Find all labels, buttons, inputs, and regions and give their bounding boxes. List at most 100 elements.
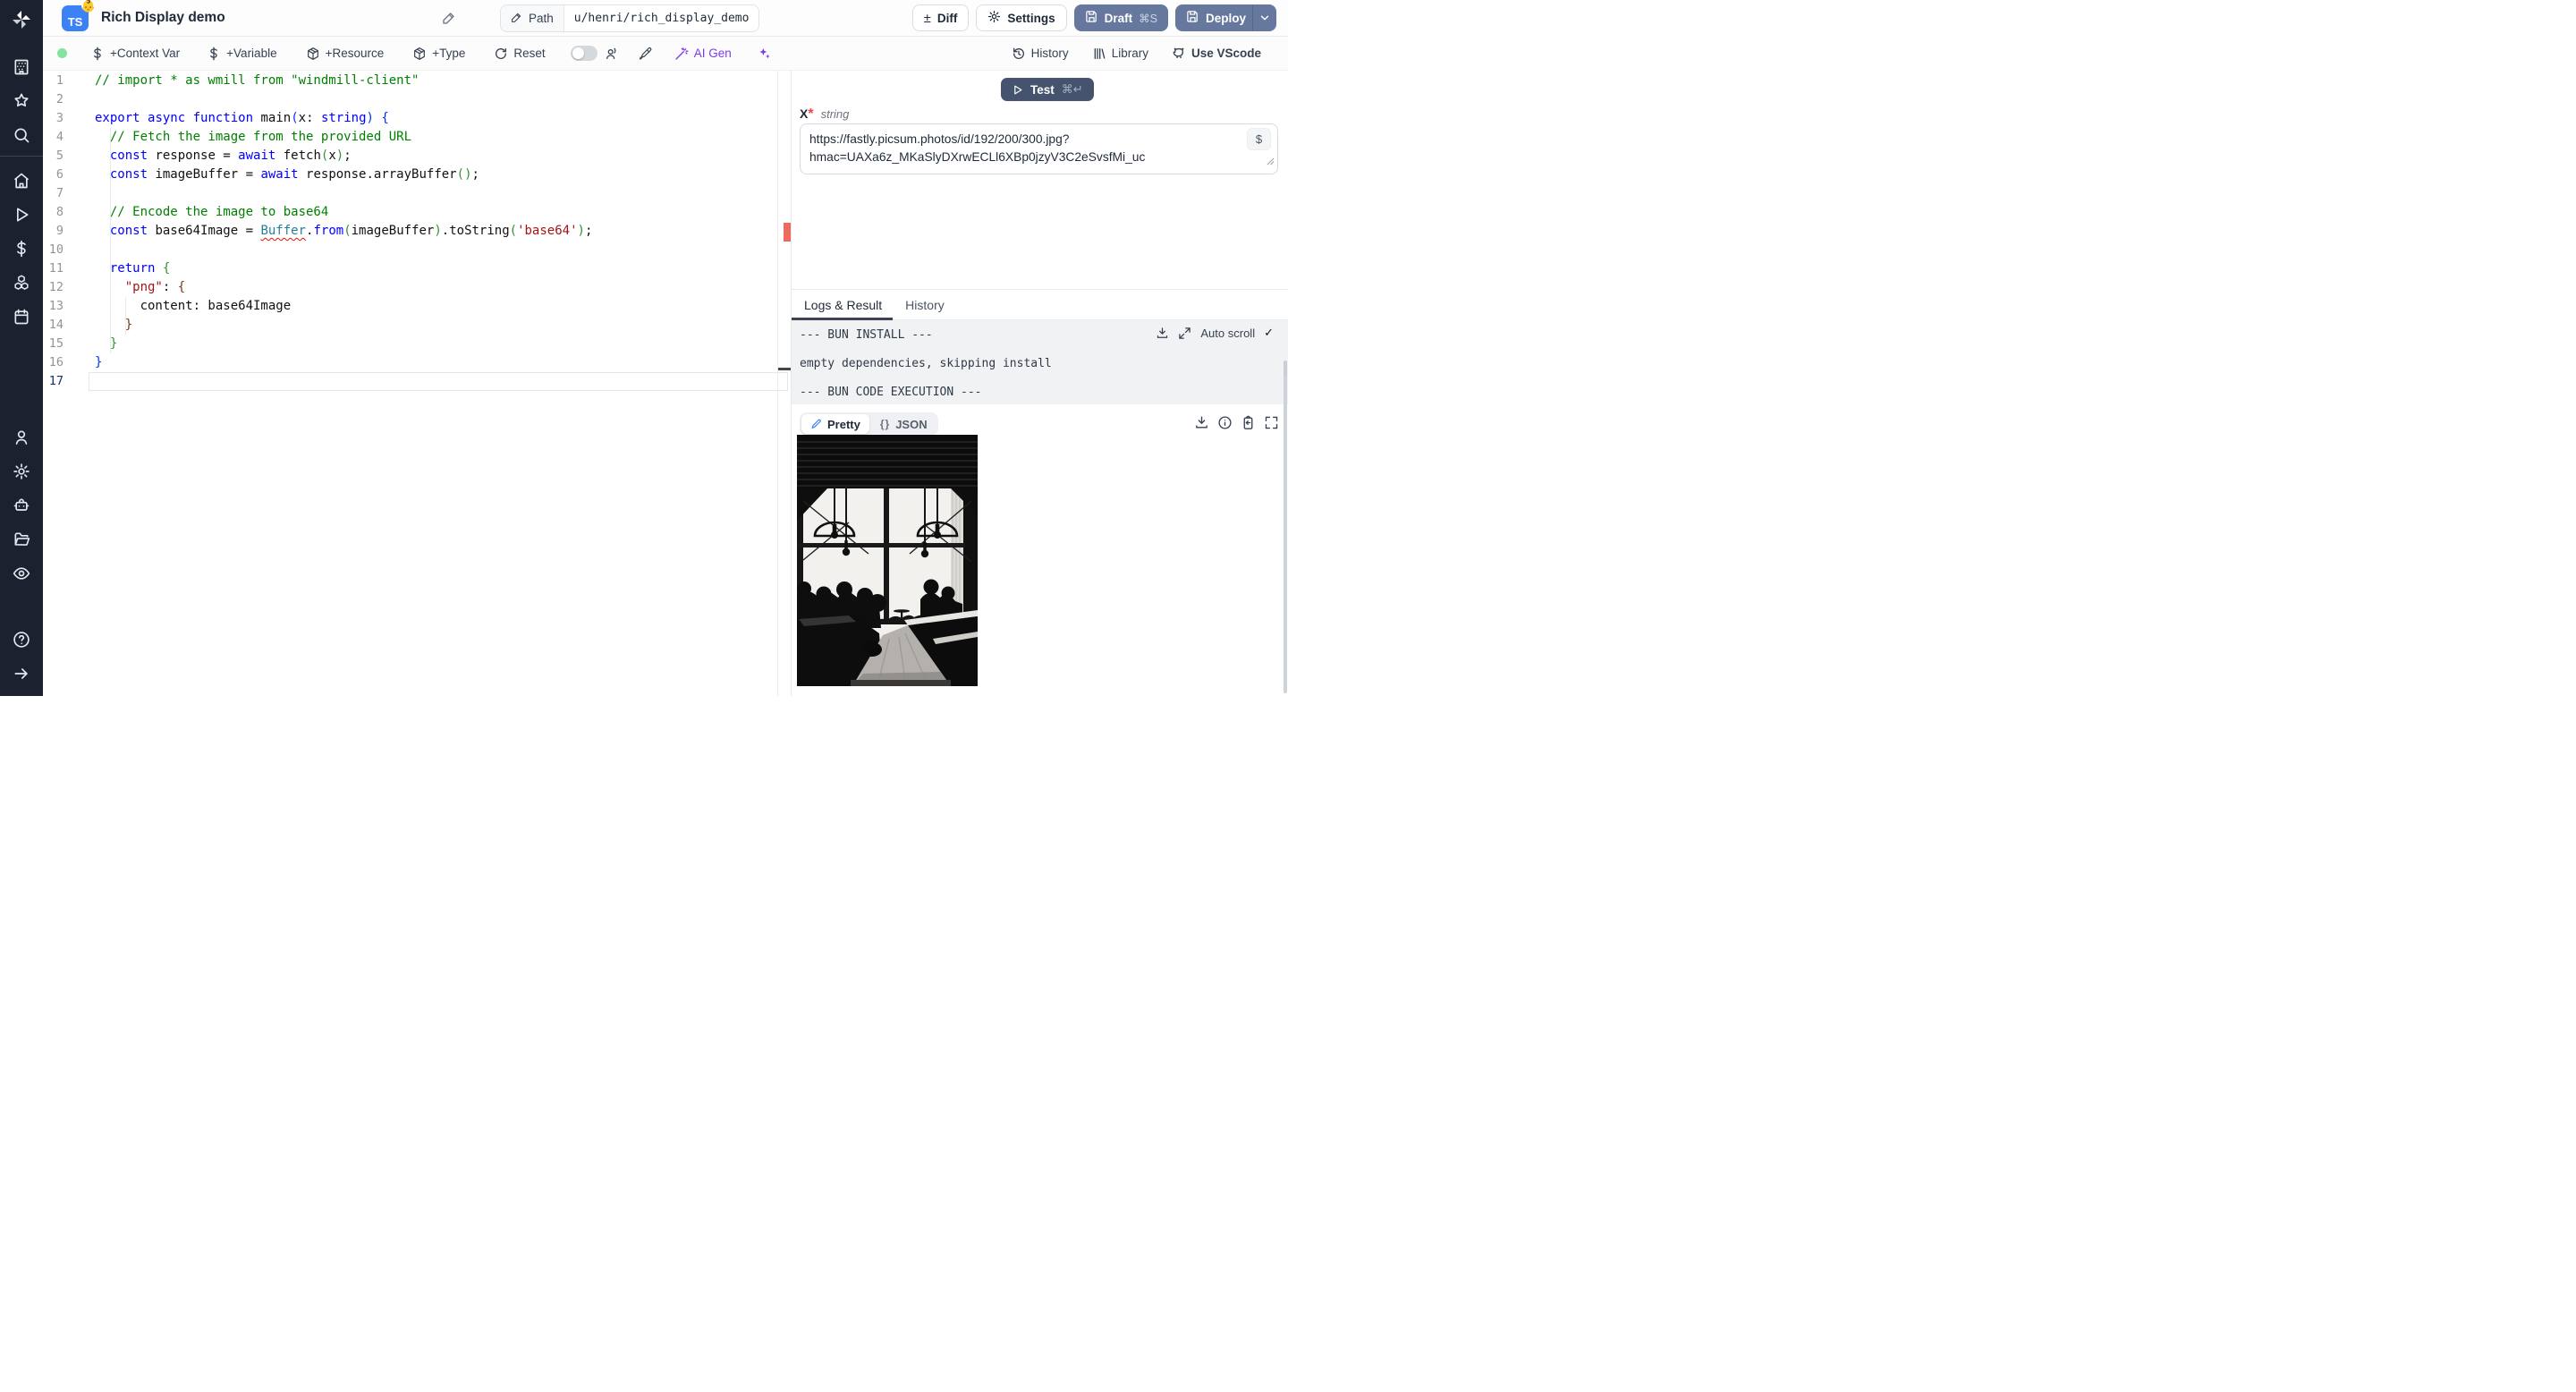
code-line[interactable]: 6 const imageBuffer = await response.arr… (43, 166, 791, 184)
library-button[interactable]: Library (1092, 47, 1148, 61)
search-icon[interactable] (0, 118, 43, 152)
star-icon[interactable] (0, 84, 43, 118)
cubes-icon[interactable] (0, 266, 43, 300)
add-type-button[interactable]: +Type (412, 47, 465, 61)
history-button[interactable]: History (1012, 47, 1069, 61)
sidebar (0, 0, 43, 696)
deploy-button[interactable]: Deploy (1174, 4, 1276, 31)
code-line[interactable]: 8 // Encode the image to base64 (43, 203, 791, 222)
result-view-switcher: Pretty {} JSON (800, 412, 938, 436)
code-line[interactable]: 15 } (43, 335, 791, 353)
package-icon (414, 47, 426, 60)
code-line[interactable]: 3 export async function main(x: string) { (43, 109, 791, 128)
multiplayer-icon (605, 47, 619, 61)
draft-button[interactable]: Draft ⌘S (1073, 4, 1168, 31)
arg-x-input[interactable]: https://fastly.picsum.photos/id/192/200/… (800, 123, 1278, 174)
play-icon[interactable] (0, 198, 43, 232)
page-title: Rich Display demo (101, 10, 225, 25)
windmill-script-editor: TS 👶 Rich Display demo Path u/henri/rich… (0, 0, 1288, 696)
language-status-dot (57, 48, 67, 58)
reset-button[interactable]: Reset (494, 47, 546, 61)
cat-icon (1173, 47, 1184, 58)
chevron-down-icon[interactable] (1252, 4, 1276, 31)
save-icon (1085, 10, 1098, 26)
resize-handle[interactable] (1267, 153, 1275, 171)
code-line[interactable]: 17 (43, 372, 791, 391)
code-lines: 1// import * as wmill from "windmill-cli… (43, 72, 791, 391)
calendar-icon[interactable] (0, 300, 43, 334)
header: TS 👶 Rich Display demo Path u/henri/rich… (43, 0, 1288, 37)
dollar-icon[interactable] (0, 232, 43, 266)
code-editor[interactable]: 1// import * as wmill from "windmill-cli… (43, 71, 791, 696)
editor-toolbar: +Context Var +Variable +Resource +Type R… (43, 37, 1288, 71)
path-value: u/henri/rich_display_demo (573, 12, 750, 25)
json-option[interactable]: {} JSON (871, 414, 936, 434)
robot-icon[interactable] (0, 488, 43, 522)
add-variable-button[interactable]: +Variable (207, 47, 277, 61)
expand-icon[interactable] (1178, 327, 1191, 340)
edit-summary-pencil-icon[interactable] (438, 7, 460, 29)
format-brush-icon[interactable] (639, 47, 653, 61)
code-line[interactable]: 12 "png": { (43, 278, 791, 297)
ai-gen-button[interactable]: AI Gen (674, 47, 732, 61)
panel-scrollbar[interactable] (1284, 376, 1287, 693)
history-icon (1013, 47, 1024, 59)
code-line[interactable]: 13 content: base64Image (43, 297, 791, 316)
cursor-marker (778, 368, 791, 370)
gear-icon[interactable] (0, 454, 43, 488)
sparkles-icon[interactable] (757, 47, 771, 61)
variable-picker-button[interactable]: $ (1247, 128, 1271, 150)
pretty-option[interactable]: Pretty (801, 414, 869, 434)
use-vscode-button[interactable]: Use VScode (1172, 47, 1261, 61)
clipboard-copy-icon[interactable] (1241, 415, 1256, 430)
result-tabs: Logs & Result History (792, 290, 1288, 320)
log-panel: --- BUN INSTALL --- empty dependencies, … (792, 320, 1288, 404)
help-icon[interactable] (0, 623, 43, 657)
code-line[interactable]: 14 } (43, 316, 791, 335)
user-icon[interactable] (0, 420, 43, 454)
code-line[interactable]: 1// import * as wmill from "windmill-cli… (43, 72, 791, 90)
run-panel: Test ⌘↵ x* string https://fastly.picsum.… (792, 71, 1288, 696)
auto-scroll-check-icon[interactable]: ✓ (1264, 326, 1274, 340)
home-icon[interactable] (0, 164, 43, 198)
windmill-logo-icon[interactable] (0, 0, 43, 39)
download-icon[interactable] (1156, 327, 1169, 340)
maximize-icon[interactable] (1264, 415, 1279, 430)
code-line[interactable]: 10 (43, 241, 791, 259)
typescript-badge: TS 👶 (62, 0, 96, 31)
add-resource-button[interactable]: +Resource (306, 47, 384, 61)
tab-logs-result[interactable]: Logs & Result (792, 290, 894, 320)
library-icon (1094, 47, 1106, 59)
multiplayer-toggle[interactable] (570, 46, 597, 61)
code-line[interactable]: 5 const response = await fetch(x); (43, 147, 791, 166)
building-icon[interactable] (0, 50, 43, 84)
result-image (797, 435, 978, 686)
info-icon[interactable] (1217, 415, 1233, 430)
settings-button[interactable]: Settings (976, 4, 1067, 31)
overview-ruler (777, 71, 778, 696)
code-line[interactable]: 2 (43, 90, 791, 109)
code-line[interactable]: 9 const base64Image = Buffer.from(imageB… (43, 222, 791, 241)
download-icon[interactable] (1194, 415, 1209, 430)
pencil-icon (511, 12, 522, 26)
code-line[interactable]: 11 return { (43, 259, 791, 278)
wand-icon (675, 47, 689, 60)
path-label: Path (529, 12, 554, 25)
test-button[interactable]: Test ⌘↵ (1001, 78, 1094, 101)
package-icon (307, 47, 318, 60)
eye-icon[interactable] (0, 556, 43, 590)
dollar-icon (94, 47, 101, 60)
code-line[interactable]: 7 (43, 184, 791, 203)
arrow-right-icon[interactable] (0, 657, 43, 691)
sidebar-divider (0, 156, 43, 157)
path-button[interactable]: Path u/henri/rich_display_demo (500, 4, 760, 32)
code-line[interactable]: 4 // Fetch the image from the provided U… (43, 128, 791, 147)
gear-icon (987, 10, 1001, 26)
tab-history[interactable]: History (905, 290, 945, 319)
folder-icon[interactable] (0, 522, 43, 556)
diff-button[interactable]: ± Diff (911, 4, 970, 31)
add-context-var-button[interactable]: +Context Var (90, 47, 180, 61)
code-line[interactable]: 16} (43, 353, 791, 372)
play-icon (1014, 85, 1022, 94)
auto-scroll-label[interactable]: Auto scroll (1200, 327, 1255, 340)
